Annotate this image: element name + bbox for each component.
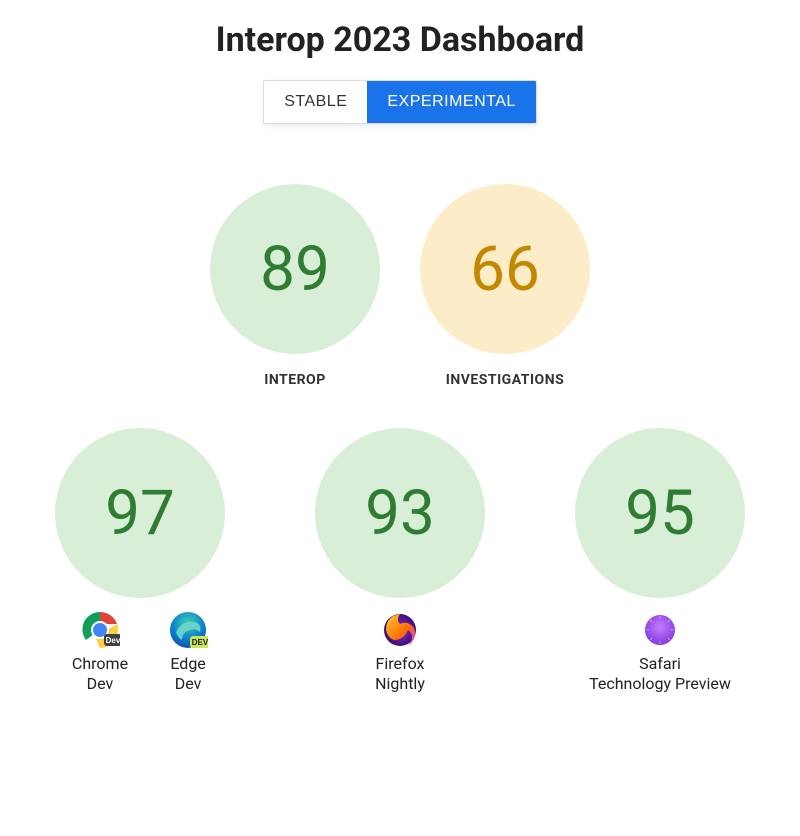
safari-tp-label: SafariTechnology Preview xyxy=(589,654,731,694)
interop-score-block: 89 INTEROP xyxy=(210,184,380,388)
tab-stable[interactable]: STABLE xyxy=(264,81,367,123)
page-title: Interop 2023 Dashboard xyxy=(20,20,780,60)
browser-row: 97 Dev xyxy=(20,428,780,694)
edge-dev-label: EdgeDev xyxy=(170,654,205,694)
investigations-score-label: INVESTIGATIONS xyxy=(446,372,564,388)
safari-score-value: 95 xyxy=(625,477,695,550)
firefox-nightly-label: FirefoxNightly xyxy=(375,654,425,694)
tab-group: STABLE EXPERIMENTAL xyxy=(20,80,780,124)
investigations-score-block: 66 INVESTIGATIONS xyxy=(420,184,590,388)
firefox-score-circle: 93 xyxy=(315,428,485,598)
browser-col-firefox: 93 xyxy=(295,428,505,694)
safari-tp-logo-box: SafariTechnology Preview xyxy=(589,610,731,694)
svg-text:Dev: Dev xyxy=(106,636,120,645)
interop-score-circle: 89 xyxy=(210,184,380,354)
firefox-nightly-icon xyxy=(380,610,420,650)
interop-score-value: 89 xyxy=(260,233,330,306)
edge-dev-logo-box: DEV EdgeDev xyxy=(168,610,208,694)
browser-col-safari: 95 xyxy=(555,428,765,694)
firefox-nightly-logo-box: FirefoxNightly xyxy=(375,610,425,694)
svg-text:DEV: DEV xyxy=(192,638,208,647)
interop-score-label: INTEROP xyxy=(264,372,325,388)
summary-row: 89 INTEROP 66 INVESTIGATIONS xyxy=(20,184,780,388)
safari-tp-icon xyxy=(640,610,680,650)
safari-score-circle: 95 xyxy=(575,428,745,598)
investigations-score-circle: 66 xyxy=(420,184,590,354)
chrome-edge-score-value: 97 xyxy=(105,477,175,550)
edge-dev-icon: DEV xyxy=(168,610,208,650)
investigations-score-value: 66 xyxy=(470,233,540,306)
chrome-dev-label: ChromeDev xyxy=(72,654,128,694)
chrome-edge-score-circle: 97 xyxy=(55,428,225,598)
firefox-score-value: 93 xyxy=(365,477,435,550)
chrome-dev-logo-box: Dev ChromeDev xyxy=(72,610,128,694)
browser-col-chrome-edge: 97 Dev xyxy=(35,428,245,694)
chrome-dev-icon: Dev xyxy=(80,610,120,650)
tab-experimental[interactable]: EXPERIMENTAL xyxy=(367,81,535,123)
